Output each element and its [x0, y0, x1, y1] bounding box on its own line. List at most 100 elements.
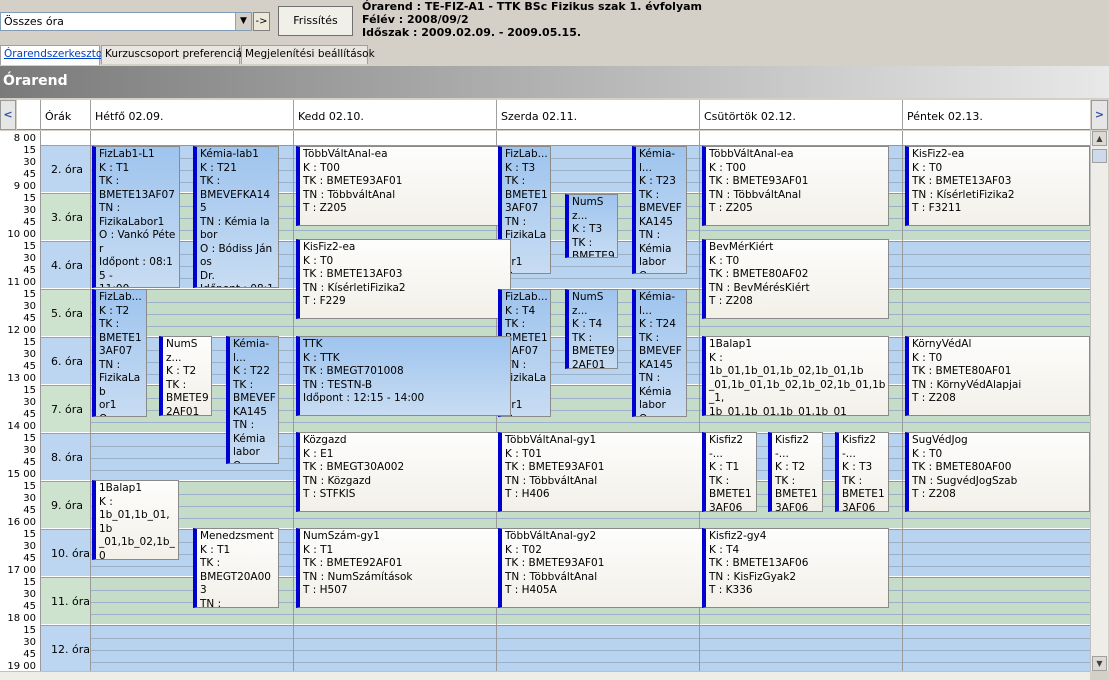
course-event[interactable]: Kémia-l... K : T22 TK : BMEVEF KA145 TN … — [226, 336, 279, 464]
course-event-text: 1Balap1 K : 1b_01,1b_01,1b_02,1b_01,1b _… — [709, 338, 886, 416]
hour-label: 10. óra — [40, 529, 90, 576]
time-tick: 30 — [23, 349, 36, 360]
course-event[interactable]: FizLab1-L1 K : T1 TK : BMETE13AF07 TN : … — [92, 146, 180, 288]
course-event[interactable]: NumSz... K : T4 TK : BMETE9 2AF01 — [565, 289, 618, 369]
scroll-down-icon[interactable]: ▼ — [1092, 656, 1107, 671]
course-event-text: KörnyVédAl K : T0 TK : BMETE80AF01 TN : … — [912, 338, 1022, 404]
time-tick: 9 00 — [13, 181, 36, 192]
day-header-tuesday: Kedd 02.10. — [293, 100, 497, 130]
scroll-up-icon[interactable]: ▲ — [1092, 131, 1107, 146]
time-tick: 13 00 — [7, 373, 36, 384]
course-event[interactable]: TöbbVáltAnal-gy1 K : T01 TK : BMETE93AF0… — [498, 432, 713, 512]
time-tick: 15 — [23, 433, 36, 444]
hour-label: 8. óra — [40, 433, 90, 480]
course-event[interactable]: TöbbVáltAnal-gy2 K : T02 TK : BMETE93AF0… — [498, 528, 713, 608]
course-event[interactable]: Kisfiz2-gy4 K : T4 TK : BMETE13AF06 TN :… — [702, 528, 889, 608]
time-tick: 30 — [23, 157, 36, 168]
quarter-line — [90, 650, 1090, 651]
course-event[interactable]: BevMérKiért K : T0 TK : BMETE80AF02 TN :… — [702, 239, 889, 319]
quarter-line — [90, 518, 1090, 519]
time-tick: 15 — [23, 241, 36, 252]
filter-select-value: Összes óra — [4, 15, 64, 28]
course-event[interactable]: Menedzsment K : T1 TK : BMEGT20A003 TN : — [193, 528, 279, 608]
tab-course-group-preferences[interactable]: Kurzuscsoport preferenciák — [101, 45, 248, 64]
course-event-text: NumSzám-gy1 K : T1 TK : BMETE92AF01 TN :… — [303, 530, 413, 596]
day-header-thursday: Csütörtök 02.12. — [699, 100, 903, 130]
course-event-text: FizLab1-L1 K : T1 TK : BMETE13AF07 TN : … — [99, 148, 176, 287]
course-event[interactable]: NumSz... K : T2 TK : BMETE9 2AF01 — [159, 336, 212, 416]
course-event[interactable]: KörnyVédAl K : T0 TK : BMETE80AF01 TN : … — [905, 336, 1090, 416]
prev-week-button[interactable]: < — [0, 100, 16, 130]
course-event-text: TTK K : TTK TK : BMEGT701008 TN : TESTN-… — [303, 338, 425, 404]
time-tick: 45 — [23, 361, 36, 372]
course-event[interactable]: Kémia-l... K : T24 TK : BMEVEF KA145 TN … — [632, 289, 687, 417]
schedule-grid: 2. óra 3. óra 4. óra 5. óra 6. óra 7. óra 8. ó… — [0, 131, 1090, 671]
course-event-text: Kémia-lab1 K : T21 TK : BMEVEFKA145 TN :… — [200, 148, 274, 287]
course-event-text: Kisfiz2-... K : T3 TK : BMETE1 3AF06 — [842, 434, 885, 512]
course-event[interactable]: NumSz... K : T3 TK : BMETE9 2AF01 — [565, 194, 618, 258]
time-tick: 30 — [23, 541, 36, 552]
course-event[interactable]: TöbbVáltAnal-ea K : T00 TK : BMETE93AF01… — [702, 146, 889, 226]
hour-band[interactable] — [90, 625, 1090, 671]
course-event[interactable]: Közgazd K : E1 TK : BMEGT30A002 TN : Köz… — [296, 432, 511, 512]
chevron-down-icon[interactable]: ▼ — [235, 13, 251, 30]
course-event[interactable]: Kisfiz2-... K : T1 TK : BMETE1 3AF06 — [702, 432, 757, 512]
tab-display-settings[interactable]: Megjelenítési beállítások — [241, 45, 375, 64]
time-tick: 45 — [23, 457, 36, 468]
hour-label: 7. óra — [40, 385, 90, 432]
column-divider — [90, 131, 91, 671]
hour-label: 5. óra — [40, 289, 90, 336]
hour-label: 3. óra — [40, 193, 90, 240]
time-tick: 30 — [23, 445, 36, 456]
time-tick: 45 — [23, 553, 36, 564]
time-tick: 15 — [23, 577, 36, 588]
day-header-wednesday: Szerda 02.11. — [496, 100, 700, 130]
vertical-scrollbar[interactable]: ▲ ▼ — [1090, 131, 1108, 671]
column-divider — [902, 131, 903, 671]
course-event[interactable]: NumSzám-gy1 K : T1 TK : BMETE92AF01 TN :… — [296, 528, 511, 608]
course-event[interactable]: TTK K : TTK TK : BMEGT701008 TN : TESTN-… — [296, 336, 511, 416]
course-event[interactable]: TöbbVáltAnal-ea K : T00 TK : BMETE93AF01… — [296, 146, 511, 226]
time-tick: 18 00 — [7, 613, 36, 624]
time-tick: 14 00 — [7, 421, 36, 432]
refresh-button[interactable]: Frissítés — [278, 6, 353, 36]
course-event[interactable]: Kémia-l... K : T23 TK : BMEVEF KA145 TN … — [632, 146, 687, 274]
course-event-text: Közgazd K : E1 TK : BMEGT30A002 TN : Köz… — [303, 434, 405, 500]
course-event-text: NumSz... K : T2 TK : BMETE9 2AF01 — [166, 338, 209, 416]
course-event-text: Kisfiz2-... K : T2 TK : BMETE1 3AF06 — [775, 434, 818, 512]
next-week-button[interactable]: > — [1091, 100, 1108, 130]
course-event[interactable]: Kisfiz2-... K : T3 TK : BMETE1 3AF06 — [835, 432, 889, 512]
quarter-line — [90, 638, 1090, 639]
time-tick: 11 00 — [7, 277, 36, 288]
course-event[interactable]: Kémia-lab1 K : T21 TK : BMEVEFKA145 TN :… — [193, 146, 279, 288]
course-event-text: Kisfiz2-... K : T1 TK : BMETE1 3AF06 — [709, 434, 752, 512]
tab-timetable-editor[interactable]: Órarendszerkeszto — [0, 45, 102, 65]
course-event[interactable]: FizLab... K : T2 TK : BMETE1 3AF07 TN : … — [92, 289, 147, 417]
time-tick: 45 — [23, 217, 36, 228]
time-tick: 45 — [23, 505, 36, 516]
course-event[interactable]: KisFiz2-ea K : T0 TK : BMETE13AF03 TN : … — [905, 146, 1090, 226]
horizontal-scrollbar[interactable] — [0, 671, 1090, 680]
course-event-text: TöbbVáltAnal-ea K : T00 TK : BMETE93AF01… — [303, 148, 403, 214]
course-event[interactable]: 1Balap1 K : 1b_01,1b_01,1b_02,1b_01,1b _… — [702, 336, 889, 416]
column-divider — [40, 131, 41, 671]
time-tick: 30 — [23, 493, 36, 504]
course-event-text: BevMérKiért K : T0 TK : BMETE80AF02 TN :… — [709, 241, 810, 307]
time-tick: 30 — [23, 637, 36, 648]
day-header-friday: Péntek 02.13. — [902, 100, 1090, 130]
time-tick: 30 — [23, 589, 36, 600]
filter-select[interactable]: Összes óra ▼ — [0, 12, 252, 31]
scroll-thumb[interactable] — [1092, 149, 1107, 163]
time-tick: 30 — [23, 205, 36, 216]
course-event[interactable]: SugVédJog K : T0 TK : BMETE80AF00 TN : S… — [905, 432, 1090, 512]
time-tick: 15 — [23, 289, 36, 300]
course-event[interactable]: Kisfiz2-... K : T2 TK : BMETE1 3AF06 — [768, 432, 823, 512]
go-button[interactable]: -> — [253, 12, 270, 31]
hour-label: 6. óra — [40, 337, 90, 384]
course-event-text: FizLab... K : T3 TK : BMETE1 3AF07 TN : … — [505, 148, 548, 273]
course-event-text: Kémia-l... K : T23 TK : BMEVEF KA145 TN … — [639, 148, 682, 273]
course-event[interactable]: KisFiz2-ea K : T0 TK : BMETE13AF03 TN : … — [296, 239, 511, 319]
course-event[interactable]: 1Balap1 K : 1b_01,1b_01,1b _01,1b_02,1b_… — [92, 480, 179, 560]
section-title: Órarend — [3, 73, 68, 89]
hour-label: 11. óra — [40, 577, 90, 624]
